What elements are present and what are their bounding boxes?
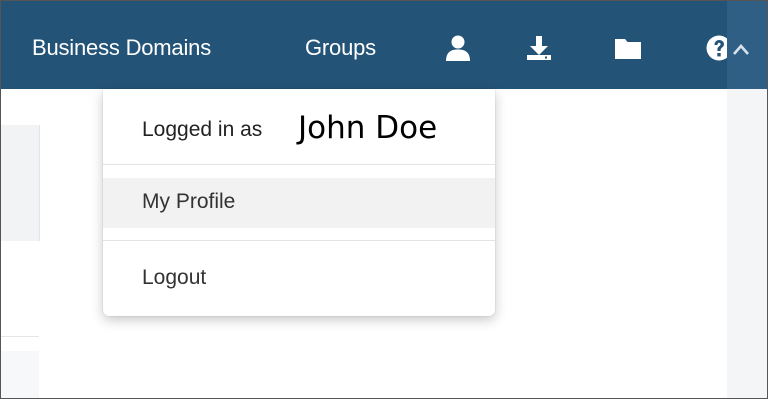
folder-icon[interactable] <box>614 34 642 62</box>
download-icon[interactable] <box>525 34 553 62</box>
top-navbar: Business Domains Groups <box>1 1 767 89</box>
user-name: John Doe <box>298 110 438 146</box>
chevron-up-icon[interactable] <box>732 41 750 59</box>
menu-divider <box>103 240 495 241</box>
menu-divider <box>103 164 495 165</box>
menu-item-my-profile[interactable]: My Profile <box>103 178 495 228</box>
menu-item-label: My Profile <box>142 190 236 213</box>
nav-link-business-domains[interactable]: Business Domains <box>32 35 211 61</box>
logged-in-header: Logged in as John Doe <box>103 89 495 164</box>
menu-item-label: Logout <box>142 266 207 289</box>
nav-link-groups[interactable]: Groups <box>305 35 376 61</box>
logged-in-label: Logged in as <box>142 118 263 141</box>
user-dropdown-menu: Logged in as John Doe My Profile Logout <box>103 89 495 316</box>
menu-item-logout[interactable]: Logout <box>103 254 495 304</box>
divider <box>1 336 39 337</box>
user-icon[interactable] <box>444 34 472 62</box>
background-panel <box>1 351 39 398</box>
app-window: Business Domains Groups Logged in as Joh… <box>0 0 768 399</box>
background-panel <box>1 125 40 241</box>
